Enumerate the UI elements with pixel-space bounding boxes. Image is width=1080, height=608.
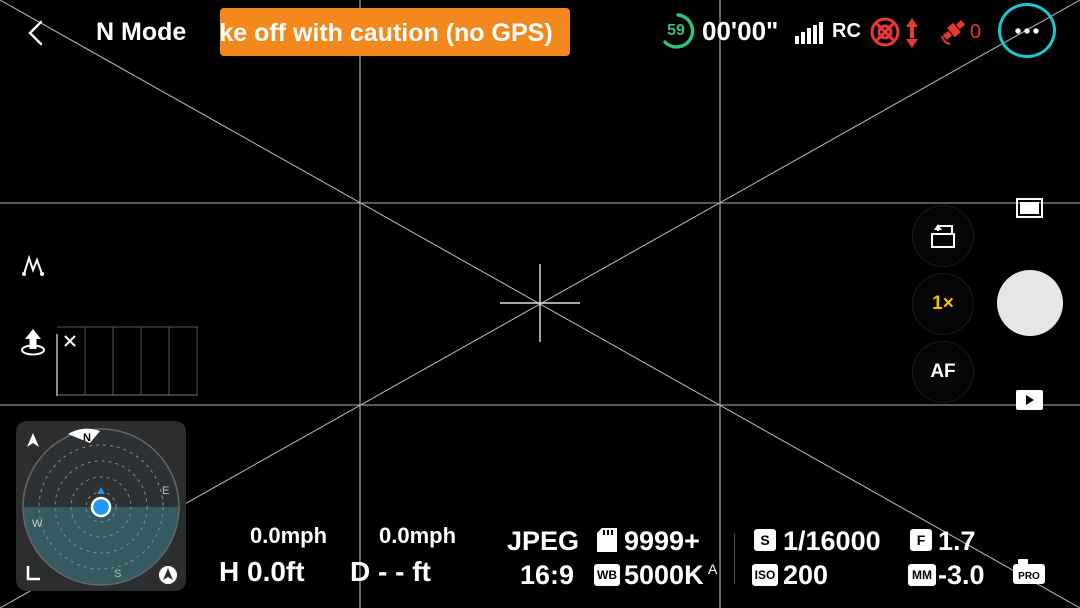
shutter-speed-value[interactable]: 1/16000	[783, 526, 881, 557]
aspect-ratio[interactable]: 16:9	[520, 560, 574, 591]
more-dots-icon	[1015, 28, 1039, 34]
chevron-left-icon	[28, 20, 43, 46]
shutter-badge: S	[754, 529, 776, 551]
camera-switch-icon	[931, 224, 955, 248]
warning-text: Take off with caution (no GPS)	[220, 19, 553, 47]
center-crosshair	[500, 264, 580, 342]
close-icon	[64, 335, 76, 347]
back-button[interactable]	[24, 18, 48, 48]
display-mode-icon	[1016, 198, 1043, 218]
aperture-badge: F	[910, 529, 932, 551]
compass-west-label: W	[32, 518, 43, 530]
storage-remaining: 9999+	[624, 526, 700, 556]
iso-value[interactable]: 200	[783, 560, 828, 591]
play-icon	[1016, 390, 1043, 410]
focus-mode-button[interactable]: AF	[912, 341, 974, 403]
gps-satellite-icon	[941, 19, 966, 45]
obstacle-sensing-button[interactable]	[868, 14, 924, 50]
compass-north-label: N	[83, 432, 91, 444]
aircraft-position	[90, 496, 112, 518]
playback-button[interactable]	[1016, 390, 1043, 410]
route-button[interactable]	[20, 252, 46, 278]
iso-badge: ISO	[752, 564, 778, 586]
rc-label: RC	[832, 20, 861, 42]
warning-banner: Take off with caution (no GPS)	[220, 8, 570, 56]
camera-switch-button[interactable]	[912, 205, 974, 267]
display-mode-button[interactable]	[1016, 198, 1043, 218]
obstacle-sensing-icon	[870, 17, 918, 48]
vertical-speed: 0.0mph	[379, 523, 457, 548]
signal-bars-icon	[795, 22, 823, 44]
flight-mode-title: N Mode	[96, 18, 187, 46]
takeoff-button[interactable]	[18, 327, 48, 357]
white-balance-value[interactable]: 5000K	[624, 560, 704, 591]
divider	[734, 534, 735, 584]
route-icon	[22, 254, 44, 276]
compass-radar: N E W S	[16, 421, 186, 591]
shutter-button[interactable]	[997, 270, 1063, 336]
exposure-compensation-value[interactable]: -3.0	[938, 560, 985, 591]
zoom-button[interactable]: 1×	[912, 273, 974, 335]
white-balance-badge: WB	[594, 564, 620, 586]
compass-south-label: S	[114, 568, 121, 580]
pro-label: PRO	[1018, 571, 1040, 582]
compass-east-label: E	[162, 485, 169, 497]
distance-readout: D - - ft	[350, 556, 431, 587]
exposure-badge: MM	[908, 564, 936, 586]
white-balance-mode: A	[708, 561, 718, 577]
height-readout: H 0.0ft	[219, 556, 305, 587]
more-settings-button[interactable]	[998, 3, 1056, 58]
vertical-speed-panel	[56, 326, 198, 396]
flight-time: 00'00"	[702, 16, 779, 46]
takeoff-icon	[21, 329, 45, 356]
aperture-value[interactable]: 1.7	[938, 526, 976, 557]
sd-card-icon	[597, 528, 617, 552]
image-format[interactable]: JPEG	[507, 526, 579, 557]
pro-mode-button[interactable]: PRO	[1012, 557, 1046, 585]
pro-mode-icon: PRO	[1013, 559, 1045, 584]
horizontal-speed: 0.0mph	[250, 523, 328, 548]
gps-satellite-count: 0	[970, 21, 982, 43]
battery-percent: 59	[667, 22, 685, 39]
